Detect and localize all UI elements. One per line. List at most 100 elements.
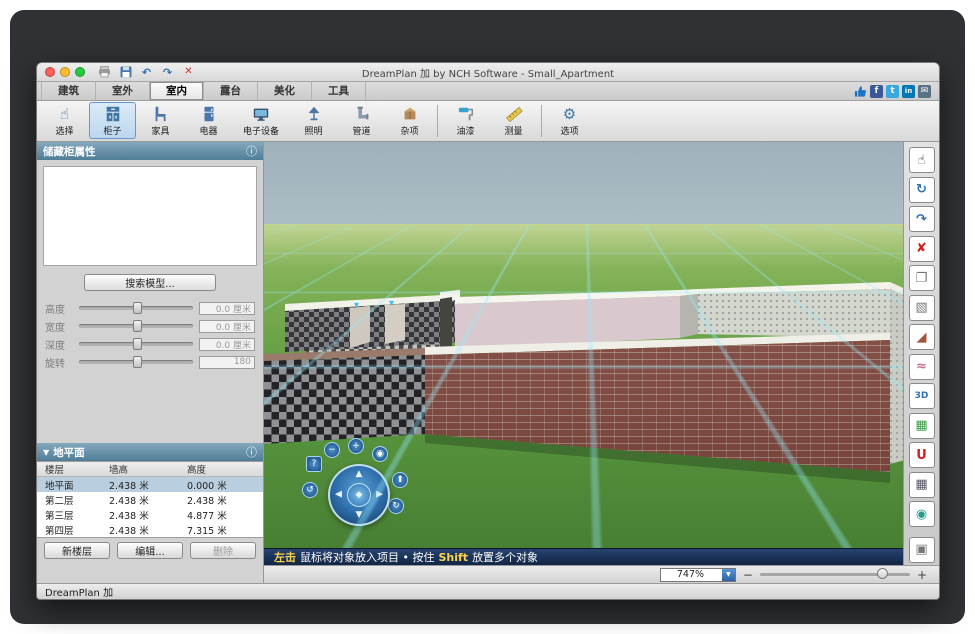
floors-section-header[interactable]: ▼ 地平面 ⓘ: [37, 443, 263, 461]
nav-help-button[interactable]: ?: [306, 456, 322, 472]
width-slider[interactable]: [79, 324, 193, 328]
tab-tools[interactable]: 工具: [312, 82, 366, 100]
delete-tool-button[interactable]: ✘: [909, 236, 935, 262]
tool-appliances[interactable]: 电器: [185, 102, 232, 139]
nav-zoom-out-button[interactable]: −: [324, 442, 340, 458]
table-row[interactable]: 第三层 2.438 米 4.877 米: [37, 507, 263, 522]
tool-label: 照明: [304, 124, 322, 137]
copy-tool-button[interactable]: ❐: [909, 265, 935, 291]
table-grid-tool-button[interactable]: ▦: [909, 472, 935, 498]
zoom-out-button[interactable]: −: [743, 569, 753, 581]
rotation-value-input[interactable]: [199, 356, 255, 369]
properties-panel-header[interactable]: 储藏柜属性 ⓘ: [37, 142, 263, 160]
nav-camera-button[interactable]: ◉: [372, 446, 388, 462]
width-value-input[interactable]: [199, 320, 255, 333]
nav-down-icon[interactable]: ▼: [356, 511, 363, 520]
like-icon[interactable]: [854, 85, 867, 98]
nav-dpad[interactable]: ▲ ▼ ◀ ▶ ◆: [328, 464, 390, 526]
tool-misc[interactable]: 杂项: [386, 102, 433, 139]
edit-floor-button[interactable]: 编辑...: [117, 542, 183, 559]
info-icon[interactable]: ⓘ: [246, 444, 257, 460]
viewport-3d[interactable]: ▾ ▾: [264, 142, 903, 548]
slider-label: 深度: [45, 337, 73, 352]
slider-thumb[interactable]: [133, 302, 142, 314]
nav-rotate-left-button[interactable]: ↺: [302, 482, 318, 498]
slider-thumb[interactable]: [133, 320, 142, 332]
chevron-down-icon[interactable]: ▼: [722, 569, 735, 581]
height-value-input[interactable]: [199, 302, 255, 315]
delete-icon[interactable]: ✕: [181, 65, 196, 79]
cabinet-icon: [104, 104, 122, 123]
tool-label: 电子设备: [243, 124, 279, 137]
redo-icon[interactable]: ↷: [160, 65, 175, 79]
table-row[interactable]: 第二层 2.438 米 2.438 米: [37, 492, 263, 507]
tool-measure[interactable]: 测量: [490, 102, 537, 139]
height-slider[interactable]: [79, 306, 193, 310]
tool-select[interactable]: ☝ 选择: [41, 102, 88, 139]
depth-slider[interactable]: [79, 342, 193, 346]
terrain-tool-button[interactable]: ≈: [909, 354, 935, 380]
magnet-tool-button[interactable]: U: [909, 442, 935, 468]
tool-cabinets[interactable]: 柜子: [89, 102, 136, 139]
tool-electronics[interactable]: 电子设备: [233, 102, 289, 139]
close-window-button[interactable]: [45, 67, 55, 77]
tool-paint[interactable]: 油漆: [442, 102, 489, 139]
wall-block-tool-button[interactable]: ▧: [909, 295, 935, 321]
nav-right-icon[interactable]: ▶: [376, 491, 383, 500]
tab-interior[interactable]: 室内: [150, 82, 204, 100]
zoom-window-tool-button[interactable]: ▣: [909, 537, 935, 563]
nav-center-icon[interactable]: ◆: [347, 483, 371, 507]
cell-floor-name: 第二层: [37, 493, 109, 507]
print-icon[interactable]: [97, 65, 112, 79]
compass-tool-button[interactable]: ◉: [909, 501, 935, 527]
col-header-elevation: 高度: [187, 462, 263, 476]
depth-value-input[interactable]: [199, 338, 255, 351]
nav-left-icon[interactable]: ◀: [335, 491, 342, 500]
table-row[interactable]: 地平面 2.438 米 0.000 米: [37, 477, 263, 492]
new-floor-button[interactable]: 新楼层: [44, 542, 110, 559]
tab-landscaping[interactable]: 美化: [258, 82, 312, 100]
email-icon[interactable]: ✉: [918, 85, 931, 98]
floors-title: 地平面: [53, 445, 85, 460]
roof-tool-button[interactable]: ◢: [909, 324, 935, 350]
zoom-in-button[interactable]: +: [917, 569, 927, 581]
slider-thumb[interactable]: [133, 338, 142, 350]
rotation-slider[interactable]: [79, 360, 193, 364]
tool-furniture[interactable]: 家具: [137, 102, 184, 139]
tool-plumbing[interactable]: 管道: [338, 102, 385, 139]
tool-lighting[interactable]: 照明: [290, 102, 337, 139]
block-icon: ▧: [915, 301, 927, 314]
nav-rotate-right-button[interactable]: ↻: [388, 498, 404, 514]
tab-exterior[interactable]: 室外: [96, 82, 150, 100]
delete-floor-button[interactable]: 删除: [190, 542, 256, 559]
3d-view-tool-button[interactable]: 3D: [909, 383, 935, 409]
nav-raise-button[interactable]: ⬆: [392, 472, 408, 488]
facebook-icon[interactable]: f: [870, 85, 883, 98]
collapse-triangle-icon[interactable]: ▼: [43, 448, 49, 457]
tool-options[interactable]: ⚙ 选项: [546, 102, 593, 139]
copy-pages-icon: ❐: [916, 272, 928, 285]
zoom-level-select[interactable]: 747% ▼: [660, 568, 736, 582]
minimize-window-button[interactable]: [60, 67, 70, 77]
tool-label: 选择: [55, 124, 73, 137]
terrain-icon: ≈: [916, 360, 927, 373]
slider-thumb[interactable]: [133, 356, 142, 368]
search-model-button[interactable]: 搜索模型...: [84, 274, 216, 291]
tab-deck[interactable]: 露台: [204, 82, 258, 100]
save-icon[interactable]: [118, 65, 133, 79]
table-row[interactable]: 第四层 2.438 米 7.315 米: [37, 522, 263, 537]
orbit-tool-button[interactable]: ↻: [909, 177, 935, 203]
nav-zoom-in-button[interactable]: +: [348, 438, 364, 454]
zoom-slider[interactable]: [760, 573, 910, 576]
zoom-window-button[interactable]: [75, 67, 85, 77]
nav-up-icon[interactable]: ▲: [356, 470, 363, 479]
pan-tool-button[interactable]: ☝: [909, 147, 935, 173]
zoom-slider-thumb[interactable]: [877, 568, 888, 579]
info-icon[interactable]: ⓘ: [246, 143, 257, 159]
undo-icon[interactable]: ↶: [139, 65, 154, 79]
look-around-tool-button[interactable]: ↷: [909, 206, 935, 232]
linkedin-icon[interactable]: in: [902, 85, 915, 98]
grid-tool-button[interactable]: ▦: [909, 413, 935, 439]
tab-building[interactable]: 建筑: [41, 82, 96, 100]
twitter-icon[interactable]: t: [886, 85, 899, 98]
